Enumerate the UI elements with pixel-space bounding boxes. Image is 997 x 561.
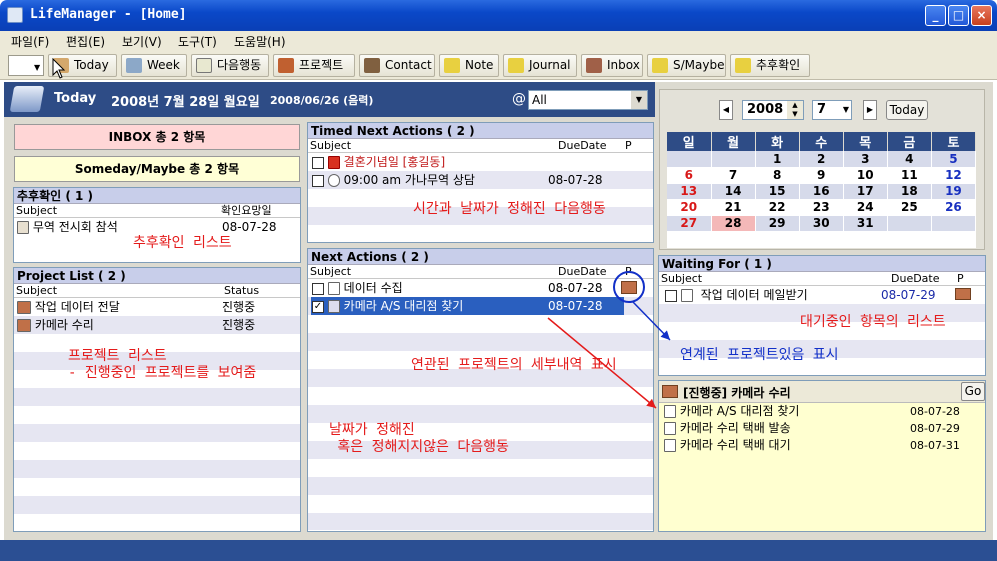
blue-arrow xyxy=(632,301,671,341)
annotation-arrows xyxy=(547,271,671,409)
mouse-cursor-icon xyxy=(52,58,66,79)
status-bar xyxy=(0,540,997,561)
red-arrow xyxy=(547,317,657,409)
highlight-circle xyxy=(613,271,645,303)
